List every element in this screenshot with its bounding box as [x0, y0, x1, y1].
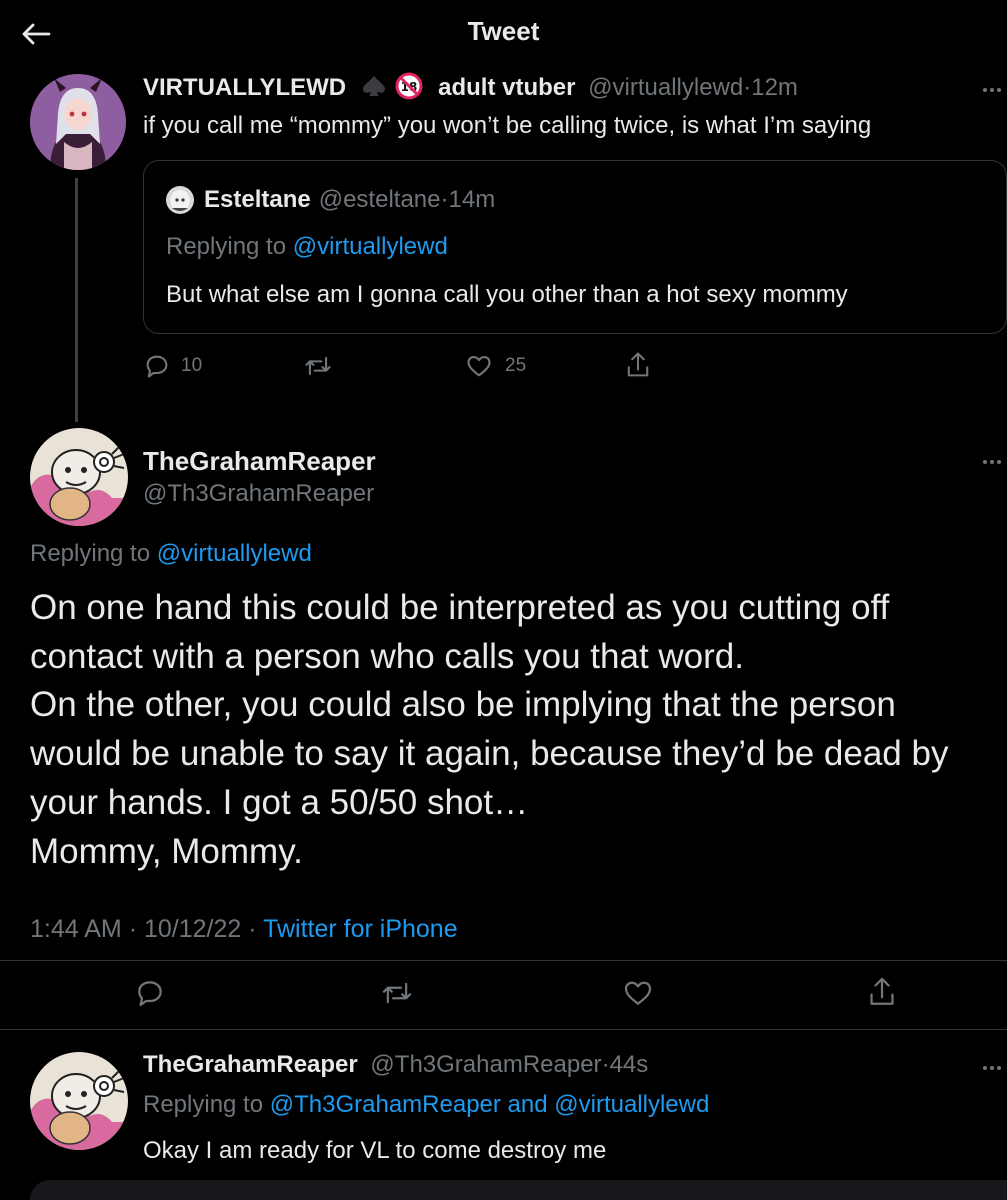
tweet-date[interactable]: 10/12/22 — [144, 915, 241, 943]
share-button[interactable] — [866, 975, 898, 1009]
no-under-18-icon: 18 — [395, 72, 423, 100]
like-icon — [624, 981, 652, 1005]
quoted-tweet-time: 14m — [448, 186, 496, 213]
meta-separator: · — [601, 1051, 610, 1078]
tweet-text-line: contact with a person who calls you that… — [30, 636, 744, 676]
reply-header: TheGrahamReaper @Th3GrahamReaper·44s — [143, 1051, 648, 1079]
top-bar: Tweet — [0, 0, 1007, 66]
divider — [0, 960, 1007, 961]
reply-icon — [138, 981, 162, 1007]
replying-to: Replying to @Th3GrahamReaper and @virtua… — [143, 1091, 709, 1119]
replying-to-link[interactable]: @virtuallylewd — [157, 540, 312, 567]
quoted-tweet-card[interactable]: Esteltane @esteltane · 14m Replying to @vi… — [143, 160, 1007, 334]
tweet1-header: VIRTUALLYLEWD 18 adult vtuber @virtually… — [143, 72, 798, 102]
divider — [0, 1029, 1007, 1030]
thread-connector-line — [75, 178, 78, 422]
like-count: 25 — [505, 355, 527, 376]
author-name[interactable]: TheGrahamReaper — [143, 446, 376, 477]
quoted-author-name[interactable]: Esteltane — [204, 186, 311, 214]
replying-to-label: Replying to — [166, 233, 287, 260]
replying-to: Replying to @virtuallylewd — [30, 540, 312, 568]
author-handle[interactable]: @virtuallylewd — [588, 74, 743, 101]
like-button[interactable]: 25 — [465, 352, 526, 380]
tweet-detail-page: Tweet VIRTUALLYLEWD 18 adult vtuber @vir… — [0, 0, 1007, 1200]
retweet-button[interactable] — [303, 352, 333, 380]
tweet-text-line: On the other, you could also be implying… — [30, 685, 896, 725]
meta-separator: · — [128, 915, 138, 943]
meta-separator: · — [248, 915, 257, 943]
tweet-time[interactable]: 44s — [610, 1051, 649, 1078]
share-icon — [870, 977, 894, 1005]
reply-icon — [146, 355, 168, 378]
reply-button[interactable] — [134, 977, 166, 1009]
more-icon — [983, 460, 987, 464]
more-options-button[interactable] — [977, 1058, 1007, 1078]
author-handle[interactable]: @Th3GrahamReaper — [370, 1051, 601, 1078]
quoted-tweet-header: Esteltane @esteltane · 14m — [166, 186, 495, 214]
tweet1-action-bar: 10 25 — [143, 350, 743, 382]
reply-button[interactable]: 10 — [143, 352, 202, 380]
reply-text: Okay I am ready for VL to come destroy m… — [143, 1137, 607, 1164]
tweet-text: if you call me “mommy” you won’t be call… — [143, 112, 872, 139]
spade-icon — [362, 76, 385, 96]
meta-separator: · — [440, 186, 449, 213]
quoted-replying-to: Replying to @virtuallylewd — [166, 233, 448, 261]
reply-author-avatar[interactable] — [30, 1052, 128, 1150]
tweet-time[interactable]: 12m — [751, 74, 798, 101]
tweet-time[interactable]: 1:44 AM — [30, 915, 122, 943]
virtuallylewd-avatar[interactable] — [30, 74, 126, 170]
replying-to-link[interactable]: @virtuallylewd — [293, 233, 448, 260]
thegrahamreaper-avatar[interactable] — [30, 428, 128, 526]
tweet-text-line: Mommy, Mommy. — [30, 831, 303, 871]
retweet-button[interactable] — [380, 977, 414, 1009]
reply-count: 10 — [181, 355, 203, 376]
quoted-tweet-text: But what else am I gonna call you other … — [166, 281, 848, 308]
author-bio-tag: adult vtuber — [438, 74, 576, 101]
author-name[interactable]: TheGrahamReaper — [143, 1051, 358, 1078]
like-button[interactable] — [622, 977, 654, 1009]
main-tweet-text: On one hand this could be interpreted as… — [30, 584, 1000, 876]
retweet-icon — [305, 356, 331, 376]
more-options-button[interactable] — [977, 452, 1007, 472]
tweet-text-line: On one hand this could be interpreted as… — [30, 588, 890, 627]
tweet-text-line: your hands. I got a 50/50 shot… — [30, 782, 529, 822]
share-button[interactable] — [624, 350, 652, 380]
tweet-source[interactable]: Twitter for iPhone — [263, 915, 458, 943]
replying-to-label: Replying to — [30, 540, 151, 567]
replying-to-link[interactable]: @Th3GrahamReaper and @virtuallylewd — [270, 1091, 710, 1118]
share-icon — [627, 352, 649, 377]
tweet-text-line: would be unable to say it again, because… — [30, 734, 949, 774]
page-title: Tweet — [467, 16, 540, 46]
author-name[interactable]: VIRTUALLYLEWD — [143, 74, 346, 101]
quoted-author-handle[interactable]: @esteltane — [319, 186, 441, 214]
author-handle[interactable]: @Th3GrahamReaper — [143, 480, 374, 508]
like-icon — [467, 355, 491, 377]
more-icon — [983, 88, 987, 92]
tweet-metadata: 1:44 AM · 10/12/22 · Twitter for iPhone — [30, 915, 458, 944]
more-options-button[interactable] — [977, 80, 1007, 100]
esteltane-avatar[interactable] — [166, 186, 194, 214]
replying-to-label: Replying to — [143, 1091, 264, 1118]
more-icon — [983, 1066, 987, 1070]
reply-composer-bar[interactable] — [30, 1180, 1007, 1200]
retweet-icon — [382, 982, 412, 1004]
